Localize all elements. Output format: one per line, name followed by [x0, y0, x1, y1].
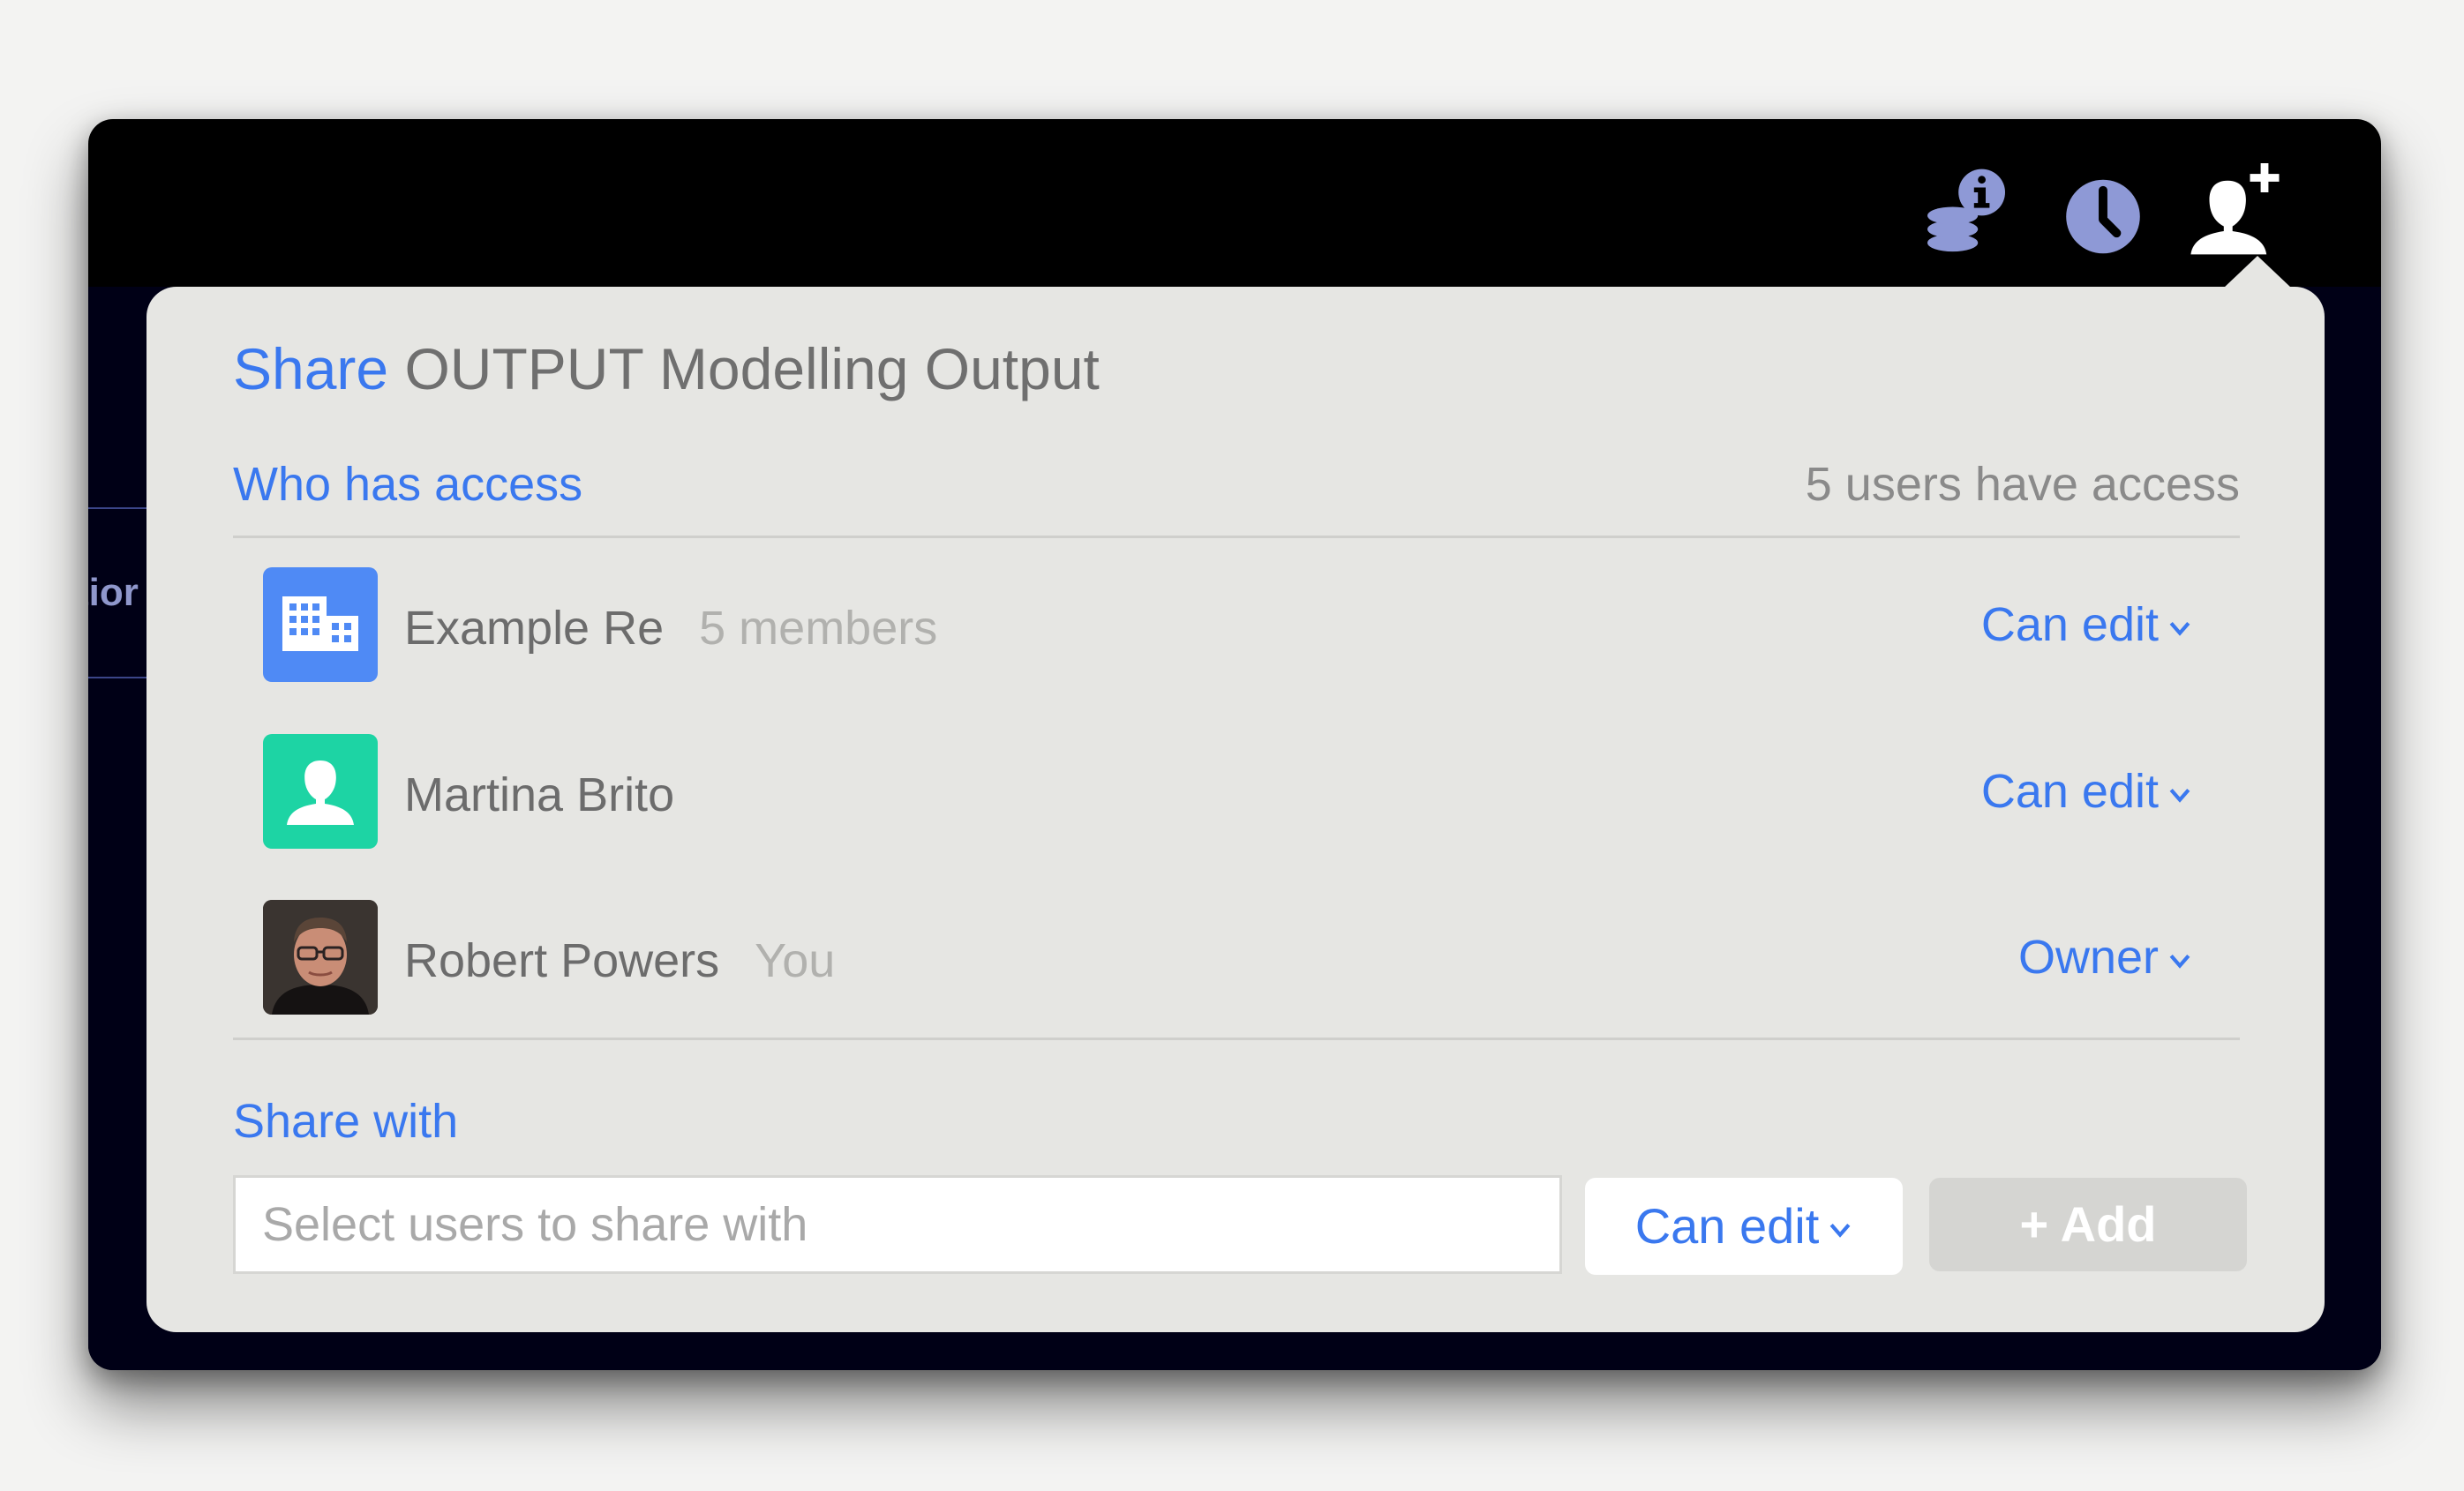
chevron-down-icon	[1828, 1218, 1852, 1242]
member-name-text: Example Re	[404, 602, 665, 655]
share-permission-dropdown[interactable]: Can edit	[1585, 1178, 1903, 1275]
share-users-input[interactable]	[233, 1175, 1562, 1274]
member-row: Robert Powers You Owner	[263, 900, 2192, 1015]
member-name: Robert Powers You	[404, 933, 835, 988]
share-permission-label: Can edit	[1634, 1198, 1820, 1254]
who-has-access-label: Who has access	[233, 458, 583, 511]
member-name: Example Re 5 members	[404, 601, 937, 656]
share-popover: Share OUTPUT Modelling Output Who has ac…	[146, 287, 2325, 1332]
member-row: Example Re 5 members Can edit	[263, 567, 2192, 682]
clock-icon[interactable]	[2055, 163, 2152, 260]
coins-info-icon[interactable]	[1918, 163, 2015, 260]
permission-dropdown[interactable]: Can edit	[1981, 597, 2192, 652]
permission-label: Can edit	[1980, 765, 2159, 818]
divider-top	[233, 536, 2240, 538]
member-detail: 5 members	[699, 602, 938, 655]
user-photo	[263, 900, 378, 1015]
member-name-text: Martina Brito	[404, 768, 675, 821]
member-detail: You	[755, 934, 836, 987]
popover-title: Share OUTPUT Modelling Output	[233, 335, 1100, 402]
member-name-text: Robert Powers	[404, 934, 720, 987]
user-icon	[263, 734, 378, 849]
top-toolbar	[1852, 119, 2381, 287]
title-object: OUTPUT Modelling Output	[404, 336, 1100, 401]
permission-label: Can edit	[1980, 598, 2159, 651]
add-user-icon[interactable]	[2187, 163, 2284, 260]
add-button[interactable]: + Add	[1929, 1178, 2247, 1271]
permission-label: Owner	[2017, 931, 2159, 984]
title-action: Share	[233, 336, 389, 401]
chevron-down-icon	[2167, 783, 2192, 807]
member-name: Martina Brito	[404, 768, 674, 822]
chevron-down-icon	[2167, 616, 2192, 641]
background-tab[interactable]: tior	[88, 507, 150, 678]
chevron-down-icon	[2167, 948, 2192, 973]
background-tab-label: tior	[88, 571, 139, 614]
share-with-label: Share with	[233, 1095, 459, 1148]
permission-dropdown[interactable]: Can edit	[1981, 764, 2192, 819]
building-icon	[263, 567, 378, 682]
popover-arrow	[2224, 256, 2291, 288]
member-row: Martina Brito Can edit	[263, 734, 2192, 849]
access-count: 5 users have access	[1805, 458, 2240, 511]
permission-dropdown[interactable]: Owner	[2018, 930, 2192, 985]
divider-bottom	[233, 1038, 2240, 1040]
